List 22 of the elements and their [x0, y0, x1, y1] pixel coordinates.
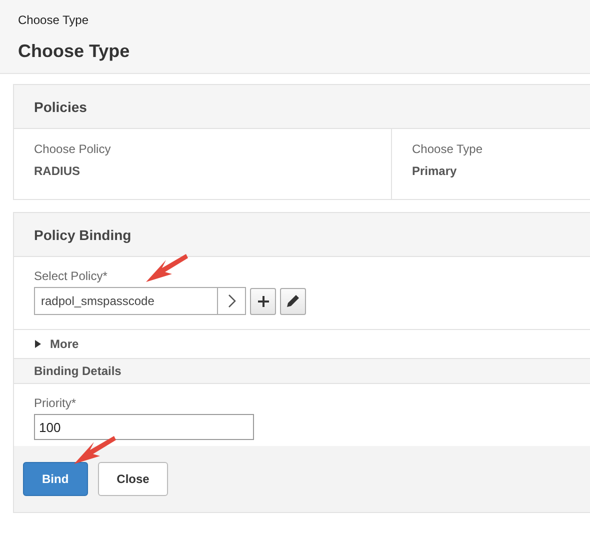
field-label: Choose Policy	[34, 142, 112, 156]
section-title: Binding Details	[34, 364, 122, 378]
field-label: Choose Type	[412, 142, 484, 156]
caret-right-icon	[34, 340, 42, 348]
field-label: Priority*	[34, 396, 78, 410]
field-value: Primary	[412, 164, 458, 178]
pencil-icon	[286, 294, 300, 308]
add-button[interactable]	[250, 288, 276, 314]
chevron-right-button[interactable]	[217, 287, 246, 315]
priority-field[interactable]: 100	[34, 414, 254, 440]
panel-title: Policies	[34, 98, 87, 114]
field-value: RADIUS	[34, 164, 82, 178]
panel-title: Policy Binding	[34, 226, 132, 242]
bind-button[interactable]: Bind	[23, 462, 88, 496]
close-button[interactable]: Close	[98, 462, 168, 496]
page-title: Choose Type	[18, 41, 131, 62]
chevron-right-icon	[226, 293, 236, 309]
plus-icon	[258, 296, 268, 306]
policy-select-field[interactable]: radpol_smspasscode	[34, 287, 217, 315]
edit-button[interactable]	[280, 288, 306, 314]
breadcrumb: Choose Type	[18, 13, 90, 27]
field-label: Select Policy*	[34, 269, 108, 283]
